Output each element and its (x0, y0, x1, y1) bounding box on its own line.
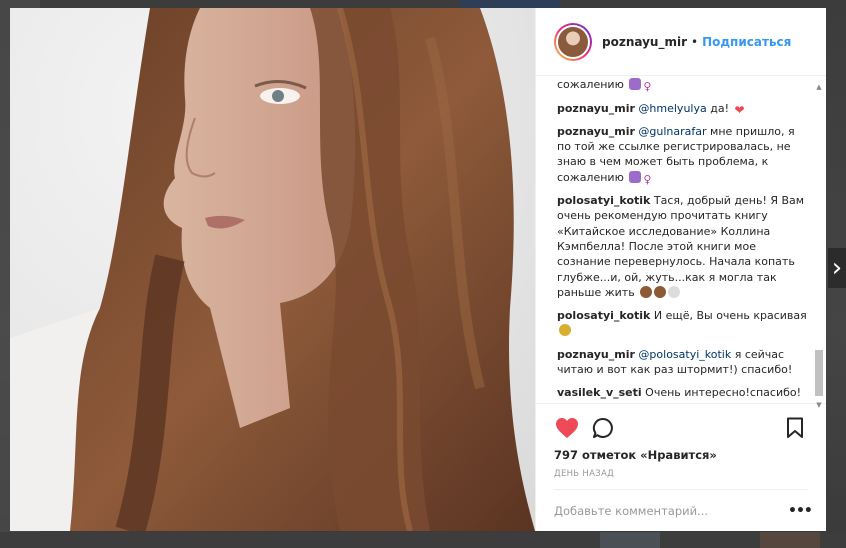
header-separator: • (691, 34, 699, 49)
follow-button[interactable]: Подписаться (702, 35, 791, 49)
post-date[interactable]: день назад (554, 469, 808, 479)
bookmark-icon (787, 417, 803, 438)
post-header: poznayu_mir • Подписаться (536, 8, 826, 76)
scrollbar-thumb[interactable] (815, 350, 823, 396)
female-sign-emoji: ♀ (643, 80, 652, 94)
next-post-button[interactable]: › (828, 248, 846, 288)
background-block (460, 0, 560, 8)
action-bar (554, 412, 808, 444)
comments-scrollbar[interactable]: ▲ ▼ (814, 82, 824, 410)
see-no-evil-monkey-emoji (640, 285, 653, 298)
comment-text: Очень интересно!спасибо! (645, 386, 802, 400)
avatar-image (556, 24, 590, 59)
portrait-illustration (10, 8, 535, 531)
comment-text: да! (710, 101, 729, 115)
post-photo[interactable] (10, 8, 535, 531)
comment-text: знаю в чем может быть проблема, к сожале… (557, 78, 624, 92)
see-no-evil-monkey-emoji (654, 285, 667, 298)
female-sign-emoji: ♀ (643, 172, 652, 186)
comment-text: И ещё, Вы очень красивая (653, 309, 807, 323)
comment-item: vasilek_v_seti Очень интересно!спасибо! (557, 385, 808, 400)
avatar[interactable] (554, 22, 592, 61)
likes-count[interactable]: 797 отметок «Нравится» (554, 448, 808, 462)
more-options-button[interactable]: ••• (788, 503, 813, 519)
comment-username[interactable]: poznayu_mir (557, 348, 635, 361)
scroll-up-icon[interactable]: ▲ (814, 82, 824, 92)
post-footer: 797 отметок «Нравится» день назад ••• (536, 403, 826, 531)
comment-item: знаю в чем может быть проблема, к сожале… (557, 76, 808, 93)
comment-button[interactable] (590, 415, 616, 441)
comment-username[interactable]: vasilek_v_seti (557, 386, 642, 399)
chevron-right-icon: › (831, 253, 843, 283)
comment-item: poznayu_mir @hmelyulya да! ❤ (557, 101, 808, 117)
comment-input[interactable] (554, 503, 788, 518)
add-comment-bar: ••• (554, 489, 813, 531)
shrug-emoji (629, 78, 642, 91)
comment-bubble-icon (592, 417, 613, 438)
bouquet-emoji (559, 324, 571, 337)
comment-text: Тася, добрый день! Я Вам очень рекоменду… (557, 194, 805, 299)
comment-item: poznayu_mir @polosatyi_kotik я сейчас чи… (557, 347, 808, 378)
post-modal: poznayu_mir • Подписаться знаю в чем мож… (10, 8, 826, 531)
comment-item: polosatyi_kotik Тася, добрый день! Я Вам… (557, 193, 808, 300)
background-block (600, 532, 660, 548)
heart-icon (556, 418, 578, 438)
comment-mention[interactable]: @hmelyulya (638, 102, 706, 115)
comment-username[interactable]: polosatyi_kotik (557, 309, 650, 322)
comment-item: poznayu_mir @gulnarafar мне пришло, я по… (557, 124, 808, 186)
comment-username[interactable]: poznayu_mir (557, 125, 635, 138)
like-button[interactable] (554, 415, 580, 441)
heart-emoji: ❤ (734, 102, 745, 117)
comment-username[interactable]: poznayu_mir (557, 102, 635, 115)
comment-username[interactable]: polosatyi_kotik (557, 194, 650, 207)
scroll-down-icon[interactable]: ▼ (814, 400, 824, 410)
username-link[interactable]: poznayu_mir (602, 35, 687, 49)
comment-item: polosatyi_kotik И ещё, Вы очень красивая (557, 308, 808, 339)
shrug-emoji (629, 170, 642, 183)
comment-mention[interactable]: @polosatyi_kotik (638, 348, 731, 361)
post-side-panel: poznayu_mir • Подписаться знаю в чем мож… (535, 8, 826, 531)
save-button[interactable] (782, 415, 808, 441)
comments-list[interactable]: знаю в чем может быть проблема, к сожале… (536, 76, 826, 403)
comment-mention[interactable]: @gulnarafar (638, 125, 706, 138)
background-block (760, 532, 820, 548)
skull-emoji (668, 285, 681, 298)
background-block (0, 532, 846, 548)
